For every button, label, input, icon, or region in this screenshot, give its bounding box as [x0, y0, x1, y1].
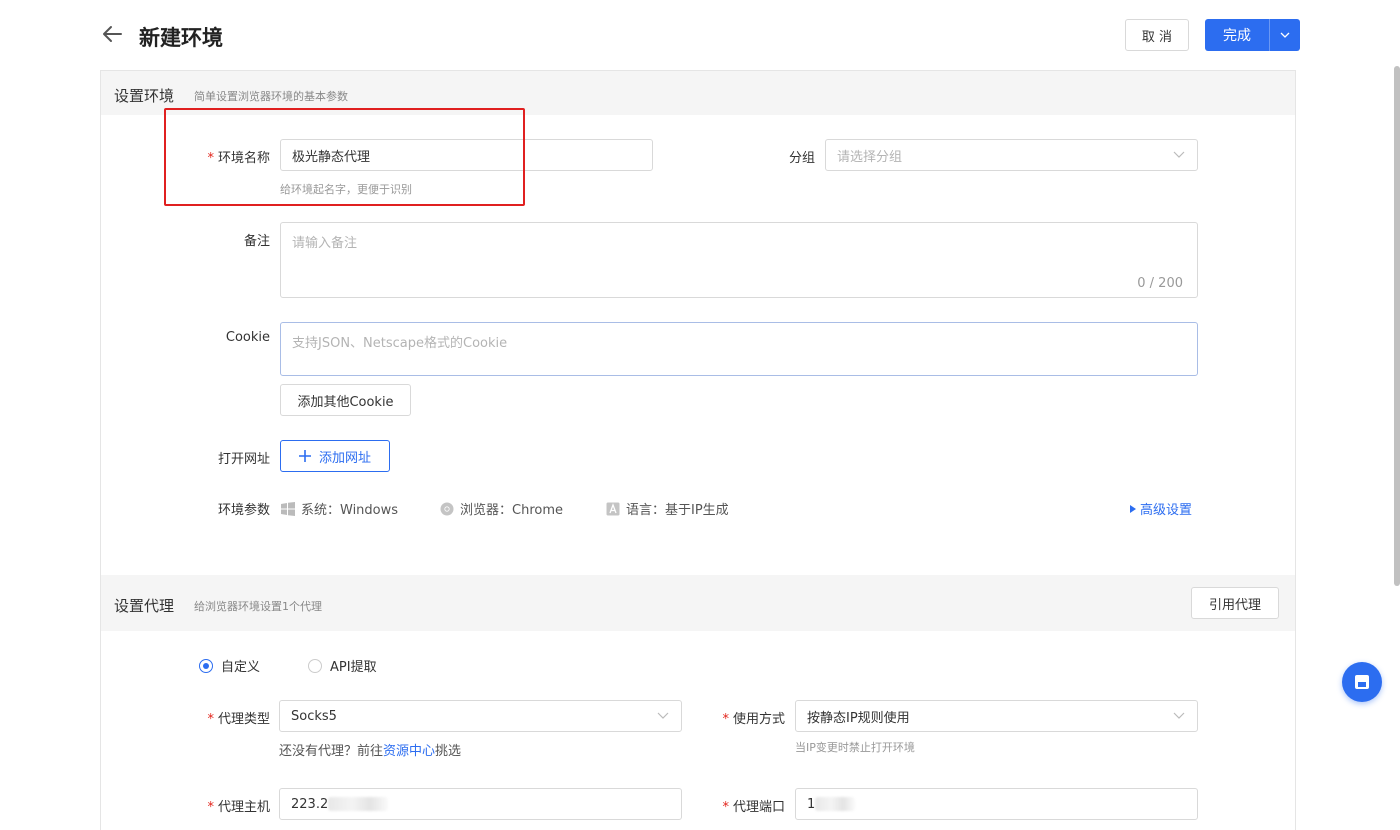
group-label: 分组	[788, 151, 815, 166]
open-url-label: 打开网址	[217, 452, 270, 467]
floating-save-button[interactable]	[1342, 662, 1382, 702]
param-browser-text: 浏览器：Chrome	[460, 503, 563, 518]
remark-textarea[interactable]: 请输入备注 0 / 200	[280, 222, 1198, 298]
remark-label: 备注	[243, 234, 270, 249]
cookie-textarea[interactable]: 支持JSON、Netscape格式的Cookie	[280, 322, 1198, 376]
done-dropdown-button[interactable]	[1270, 19, 1300, 51]
remark-placeholder: 请输入备注	[292, 236, 358, 251]
usage-label: * 使用方式	[705, 708, 785, 727]
resource-center-link[interactable]: 资源中心	[383, 744, 435, 759]
cite-proxy-button[interactable]: 引用代理	[1191, 587, 1279, 619]
required-mark: *	[722, 712, 729, 727]
proxy-port-input[interactable]: 1	[795, 788, 1198, 820]
env-section-title: 设置环境	[114, 87, 175, 105]
cookie-placeholder: 支持JSON、Netscape格式的Cookie	[292, 336, 508, 351]
proxy-host-value: 223.2	[291, 796, 329, 812]
chevron-down-icon	[1173, 712, 1185, 719]
usage-select[interactable]: 按静态IP规则使用	[795, 700, 1198, 732]
save-icon	[1355, 675, 1369, 689]
proxy-port-label-text: 代理端口	[732, 800, 785, 815]
page-scrollbar[interactable]	[1394, 66, 1400, 586]
param-lang-text: 语言：基于IP生成	[626, 503, 729, 518]
windows-icon	[281, 501, 295, 516]
page-header: 新建环境 取 消 完成	[0, 0, 1400, 70]
radio-api-label: API提取	[330, 660, 377, 675]
chevron-down-icon	[1173, 151, 1185, 158]
proxy-host-input[interactable]: 223.2	[279, 788, 682, 820]
cookie-label: Cookie	[225, 330, 270, 345]
redacted-blur	[328, 797, 389, 811]
page-title: 新建环境	[139, 26, 223, 50]
proxy-type-select[interactable]: Socks5	[279, 700, 682, 732]
usage-hint: 当IP变更时禁止打开环境	[795, 741, 915, 754]
group-placeholder: 请选择分组	[837, 149, 903, 165]
radio-dot-unchecked	[308, 658, 322, 673]
redacted-blur	[815, 797, 856, 811]
param-os: 系统：Windows	[281, 499, 398, 518]
add-cookie-button[interactable]: 添加其他Cookie	[280, 384, 411, 416]
highlight-annotation-box	[164, 108, 525, 206]
group-select[interactable]: 请选择分组	[825, 139, 1198, 171]
chevron-down-icon	[1280, 32, 1290, 38]
proxy-host-label-text: 代理主机	[217, 800, 270, 815]
plus-icon	[298, 450, 311, 462]
proxy-section-title: 设置代理	[114, 597, 175, 615]
caret-right-icon	[1130, 504, 1136, 513]
chevron-down-icon	[657, 712, 669, 719]
language-icon	[606, 502, 620, 515]
proxy-type-value: Socks5	[291, 708, 337, 724]
radio-custom-label: 自定义	[221, 660, 261, 675]
advanced-settings-label: 高级设置	[1140, 503, 1193, 518]
param-browser: 浏览器：Chrome	[440, 499, 563, 518]
chrome-icon	[440, 502, 454, 515]
cancel-button[interactable]: 取 消	[1125, 19, 1189, 51]
param-lang: 语言：基于IP生成	[606, 499, 729, 518]
env-params-label: 环境参数	[217, 503, 270, 518]
proxy-port-value: 1	[807, 796, 816, 812]
add-url-label: 添加网址	[318, 450, 371, 466]
proxy-type-label-text: 代理类型	[217, 712, 270, 727]
proxy-section-desc: 给浏览器环境设置1个代理	[194, 600, 322, 613]
proxy-section-header: 设置代理 给浏览器环境设置1个代理 引用代理	[101, 575, 1295, 631]
radio-custom[interactable]: 自定义	[199, 656, 260, 675]
usage-label-text: 使用方式	[732, 712, 785, 727]
advanced-settings-link[interactable]: 高级设置	[1130, 499, 1192, 518]
add-url-button[interactable]: 添加网址	[280, 440, 390, 472]
remark-counter: 0 / 200	[1137, 276, 1183, 291]
proxy-port-label: * 代理端口	[705, 796, 785, 815]
done-button[interactable]: 完成	[1205, 19, 1269, 51]
proxy-hint-prefix: 还没有代理？前往	[279, 744, 384, 759]
proxy-hint-suffix: 挑选	[435, 744, 462, 759]
required-mark: *	[722, 800, 729, 815]
radio-api[interactable]: API提取	[308, 656, 377, 675]
proxy-type-label: * 代理类型	[190, 708, 270, 727]
radio-dot-checked	[199, 658, 213, 673]
required-mark: *	[207, 800, 214, 815]
required-mark: *	[207, 712, 214, 727]
proxy-type-hint: 还没有代理？前往资源中心挑选	[279, 740, 461, 759]
done-button-group: 完成	[1205, 19, 1300, 51]
env-section-desc: 简单设置浏览器环境的基本参数	[194, 90, 348, 103]
back-arrow-icon[interactable]	[100, 22, 124, 46]
proxy-host-label: * 代理主机	[190, 796, 270, 815]
usage-value: 按静态IP规则使用	[807, 710, 910, 726]
param-os-text: 系统：Windows	[301, 503, 399, 518]
